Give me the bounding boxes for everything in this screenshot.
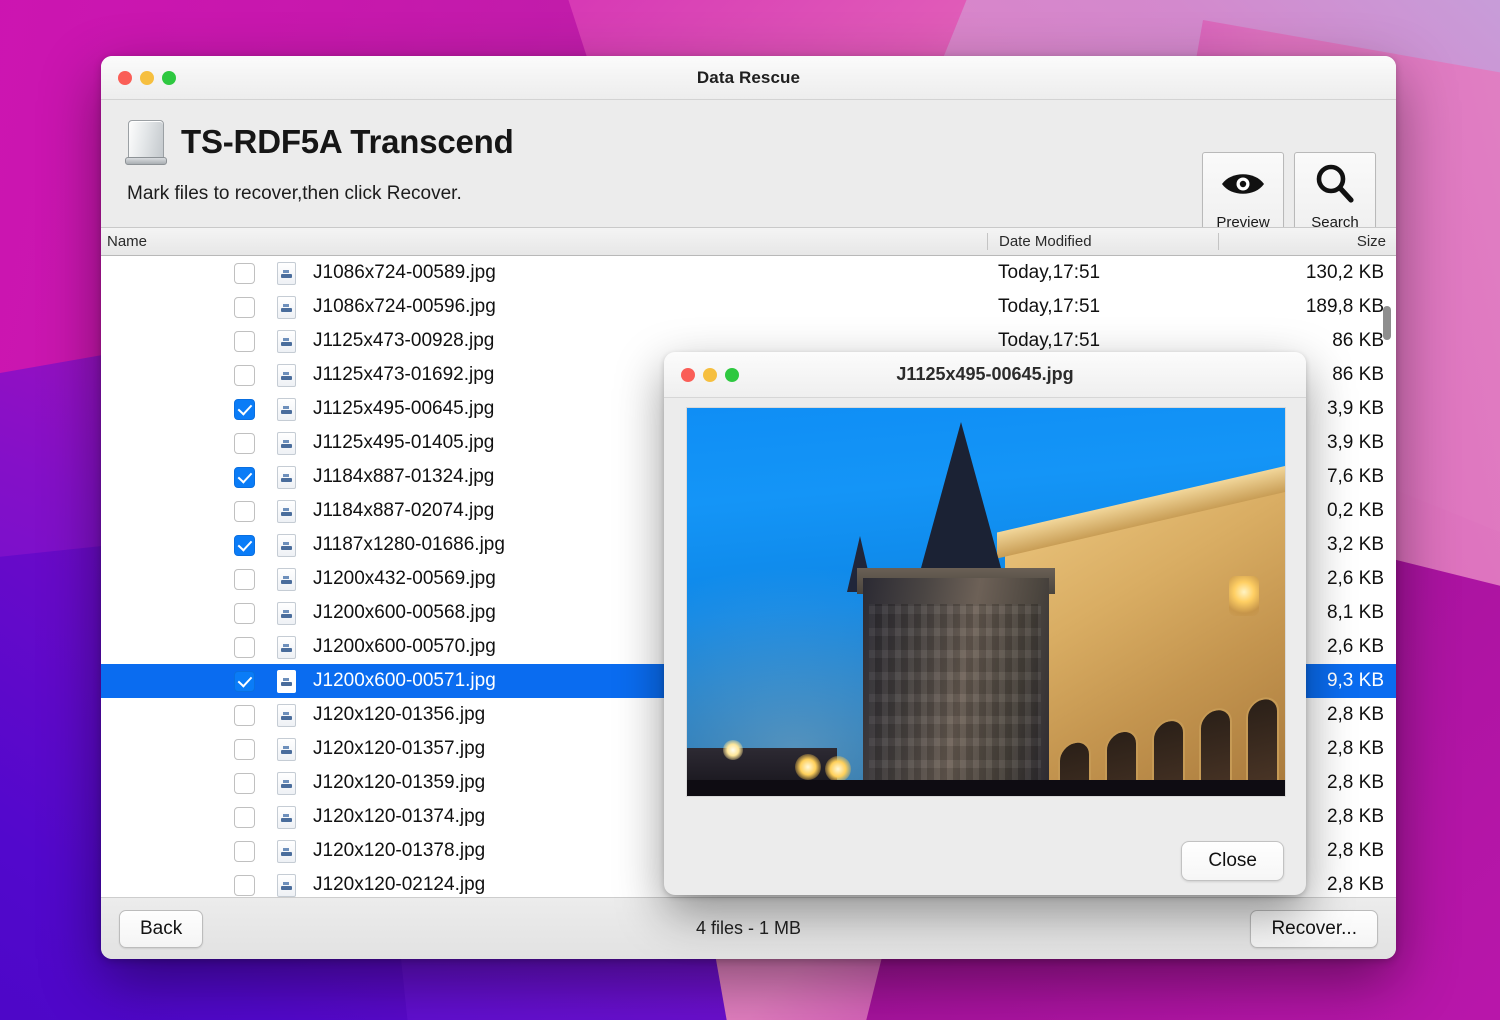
file-name-cell: J1125x473-00928.jpg — [101, 329, 987, 353]
file-checkbox[interactable] — [234, 636, 255, 658]
preview-titlebar: J1125x495-00645.jpg — [664, 352, 1306, 398]
column-header-date-modified[interactable]: Date Modified — [987, 233, 1218, 250]
close-button[interactable]: Close — [1181, 841, 1284, 881]
jpeg-file-icon — [277, 329, 296, 353]
file-checkbox[interactable] — [234, 364, 255, 386]
file-name-label: J1125x473-01692.jpg — [313, 364, 495, 385]
jpeg-file-icon — [277, 363, 296, 387]
hard-drive-icon — [125, 116, 167, 168]
desktop-wallpaper: Data Rescue TS-RDF5A Transcend Mark file… — [0, 0, 1500, 1020]
file-size-cell: 86 KB — [1332, 330, 1384, 351]
jpeg-file-icon — [277, 703, 296, 727]
file-checkbox[interactable] — [234, 874, 255, 896]
file-name-label: J120x120-02124.jpg — [313, 874, 486, 895]
file-checkbox[interactable] — [234, 398, 255, 420]
jpeg-file-icon — [277, 397, 296, 421]
column-headers: Name Date Modified Size — [101, 227, 1396, 256]
eye-icon — [1220, 153, 1266, 214]
file-name-label: J1086x724-00596.jpg — [313, 296, 496, 317]
window-titlebar: Data Rescue — [101, 56, 1396, 100]
image-preview-dialog: J1125x495-00645.jpg Close — [664, 352, 1306, 895]
file-name-label: J1086x724-00589.jpg — [313, 262, 496, 283]
file-name-label: J1125x473-00928.jpg — [313, 330, 495, 351]
status-text: 4 files - 1 MB — [695, 918, 802, 938]
jpeg-file-icon — [277, 465, 296, 489]
file-name-cell: J1086x724-00589.jpg — [101, 261, 987, 285]
search-button[interactable]: Search — [1294, 152, 1376, 238]
file-list-scrollbar[interactable] — [1382, 262, 1392, 891]
jpeg-file-icon — [277, 261, 296, 285]
file-date-cell: Today,17:51 — [998, 330, 1101, 351]
file-checkbox[interactable] — [234, 432, 255, 454]
file-name-label: J1187x1280-01686.jpg — [313, 534, 505, 555]
file-checkbox[interactable] — [234, 568, 255, 590]
disk-name: TS-RDF5A Transcend — [181, 123, 514, 160]
preview-button[interactable]: Preview — [1202, 152, 1284, 238]
instruction-text: Mark files to recover,then click Recover… — [127, 183, 462, 204]
window-footer: Back 4 files - 1 MB Recover... — [101, 897, 1396, 959]
file-checkbox[interactable] — [234, 704, 255, 726]
file-name-label: J1200x600-00571.jpg — [313, 670, 496, 691]
column-header-name[interactable]: Name — [101, 233, 987, 250]
table-row[interactable]: J1086x724-00596.jpg Today,17:51 189,8 KB — [101, 290, 1396, 324]
jpeg-file-icon — [277, 567, 296, 591]
file-name-label: J1200x600-00568.jpg — [313, 602, 496, 623]
preview-title: J1125x495-00645.jpg — [896, 364, 1074, 384]
file-name-cell: J1086x724-00596.jpg — [101, 295, 987, 319]
jpeg-file-icon — [277, 533, 296, 557]
file-name-label: J1200x600-00570.jpg — [313, 636, 496, 657]
recover-button[interactable]: Recover... — [1250, 909, 1378, 948]
file-checkbox[interactable] — [234, 738, 255, 760]
file-name-label: J1125x495-00645.jpg — [313, 398, 495, 419]
file-checkbox[interactable] — [234, 840, 255, 862]
file-size-cell: 189,8 KB — [1305, 296, 1384, 317]
file-checkbox[interactable] — [234, 466, 255, 488]
jpeg-file-icon — [277, 499, 296, 523]
scrollbar-thumb[interactable] — [1383, 306, 1391, 340]
file-checkbox[interactable] — [234, 772, 255, 794]
file-name-label: J1125x495-01405.jpg — [313, 432, 495, 453]
file-name-label: J120x120-01359.jpg — [313, 772, 486, 793]
toolbar: Preview Search — [1202, 152, 1376, 238]
file-checkbox[interactable] — [234, 602, 255, 624]
jpeg-file-icon — [277, 771, 296, 795]
table-row[interactable]: J1086x724-00589.jpg Today,17:51 130,2 KB — [101, 256, 1396, 290]
column-header-size[interactable]: Size — [1218, 233, 1396, 250]
magnifier-icon — [1314, 153, 1356, 214]
file-checkbox[interactable] — [234, 500, 255, 522]
window-title: Data Rescue — [696, 67, 801, 87]
file-name-label: J120x120-01374.jpg — [313, 806, 486, 827]
file-name-label: J1184x887-02074.jpg — [313, 500, 495, 521]
jpeg-file-icon — [277, 737, 296, 761]
jpeg-file-icon — [277, 635, 296, 659]
file-name-label: J1184x887-01324.jpg — [313, 466, 495, 487]
file-checkbox[interactable] — [234, 534, 255, 556]
file-name-label: J120x120-01357.jpg — [313, 738, 486, 759]
jpeg-file-icon — [277, 669, 296, 693]
file-checkbox[interactable] — [234, 670, 255, 692]
file-checkbox[interactable] — [234, 296, 255, 318]
jpeg-file-icon — [277, 601, 296, 625]
jpeg-file-icon — [277, 295, 296, 319]
file-name-label: J1200x432-00569.jpg — [313, 568, 496, 589]
file-checkbox[interactable] — [234, 330, 255, 352]
file-name-label: J120x120-01356.jpg — [313, 704, 486, 725]
file-size-cell: 130,2 KB — [1305, 262, 1384, 283]
jpeg-file-icon — [277, 839, 296, 863]
back-button[interactable]: Back — [119, 909, 204, 948]
preview-image — [686, 407, 1286, 797]
file-date-cell: Today,17:51 — [998, 296, 1101, 317]
preview-footer: Close — [664, 827, 1306, 895]
file-checkbox[interactable] — [234, 806, 255, 828]
jpeg-file-icon — [277, 805, 296, 829]
jpeg-file-icon — [277, 431, 296, 455]
jpeg-file-icon — [277, 873, 296, 897]
file-date-cell: Today,17:51 — [998, 262, 1101, 283]
window-header: TS-RDF5A Transcend Mark files to recover… — [101, 100, 1396, 238]
disk-heading: TS-RDF5A Transcend — [125, 116, 1374, 168]
preview-body — [664, 398, 1306, 827]
file-name-label: J120x120-01378.jpg — [313, 840, 486, 861]
file-checkbox[interactable] — [234, 262, 255, 284]
